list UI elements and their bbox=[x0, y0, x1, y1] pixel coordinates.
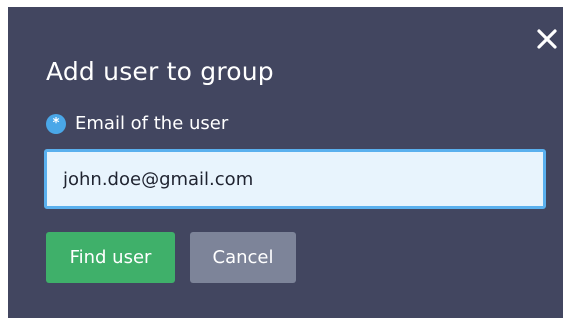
email-field-label: * Email of the user bbox=[46, 113, 228, 134]
close-button[interactable] bbox=[535, 27, 559, 51]
email-label-text: Email of the user bbox=[75, 113, 229, 134]
dialog-title: Add user to group bbox=[46, 57, 274, 86]
email-input[interactable] bbox=[44, 149, 546, 209]
required-asterisk-icon: * bbox=[46, 113, 66, 134]
close-icon[interactable] bbox=[535, 27, 559, 51]
add-user-dialog: Add user to group * Email of the user Fi… bbox=[8, 7, 563, 318]
find-user-button[interactable]: Find user bbox=[46, 232, 175, 283]
cancel-button[interactable]: Cancel bbox=[190, 232, 296, 283]
